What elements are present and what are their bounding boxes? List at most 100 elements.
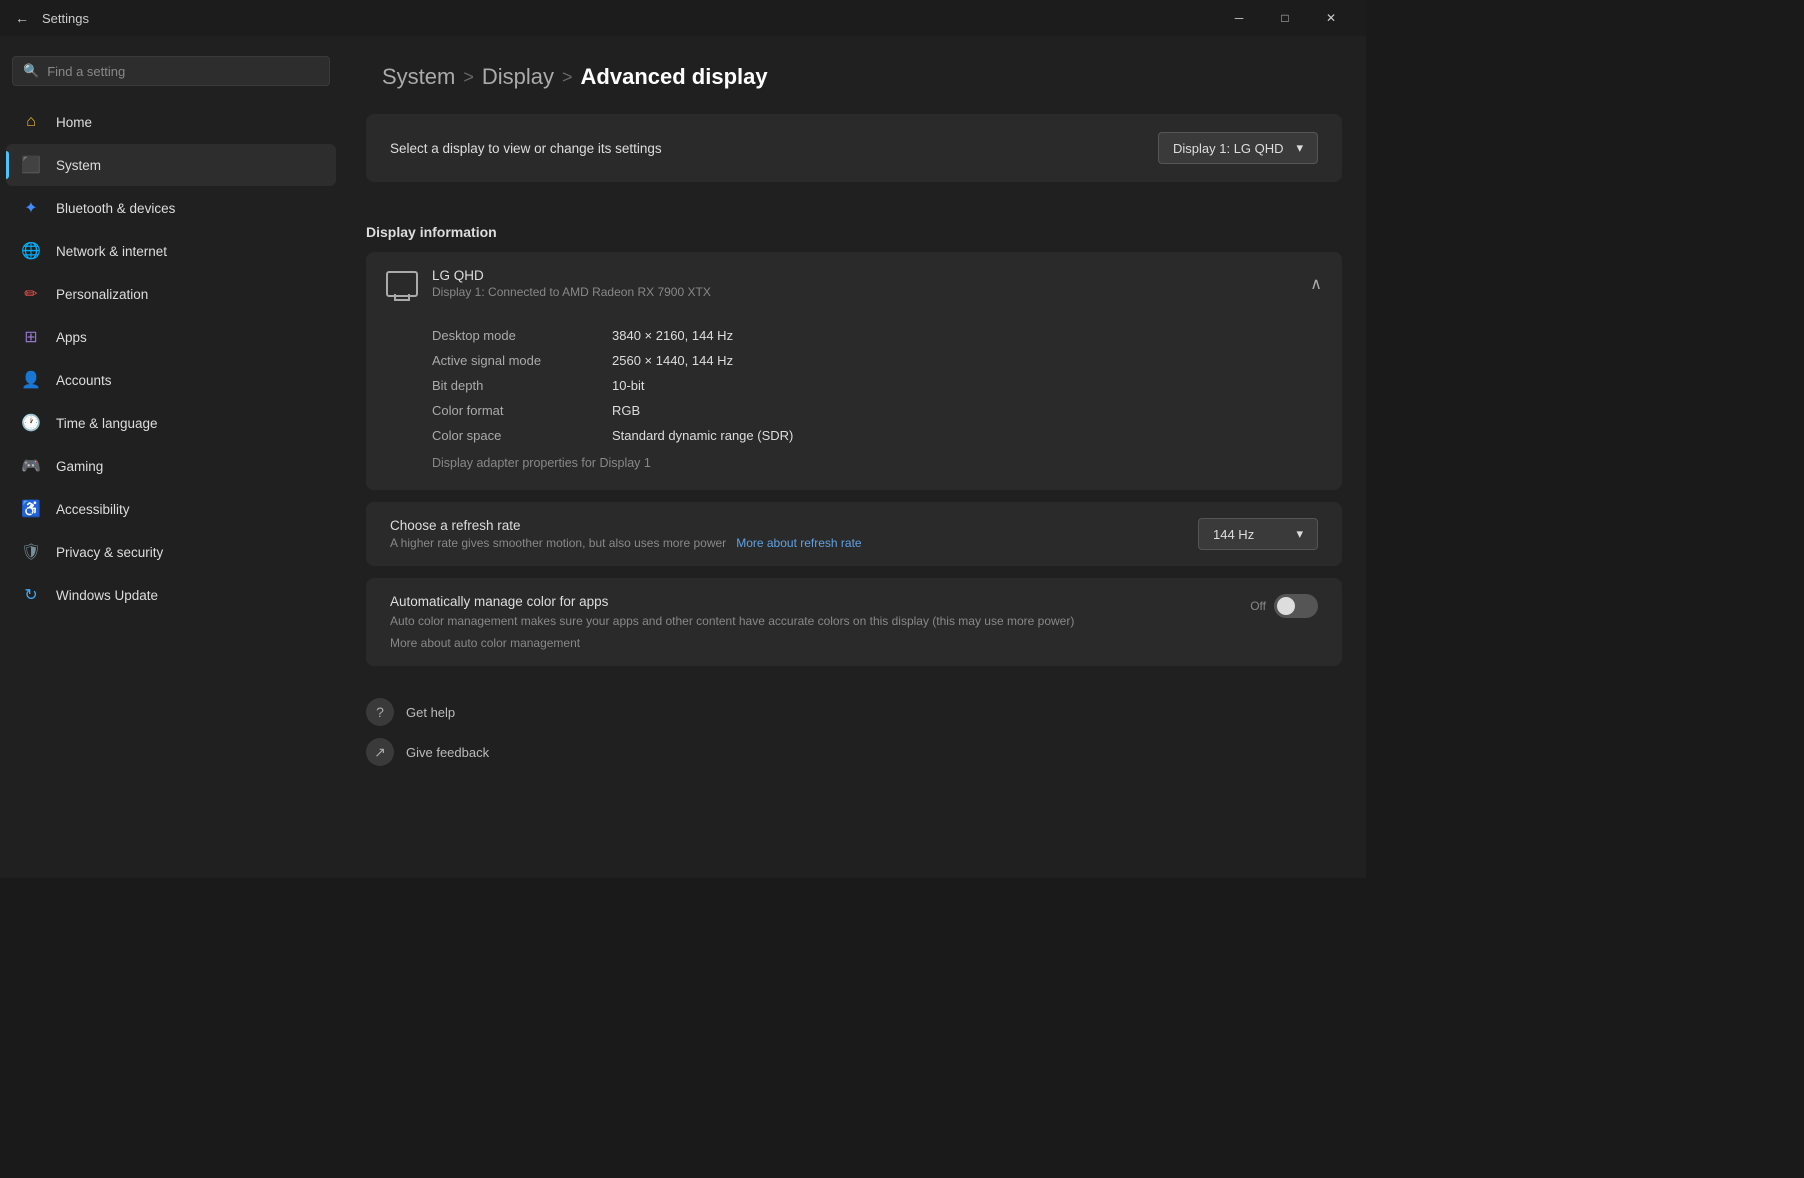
sidebar-item-apps[interactable]: ⊞ Apps [6,316,336,358]
footer-link-feedback[interactable]: ↗ Give feedback [366,738,1342,766]
titlebar: ← Settings ─ □ ✕ [0,0,1366,36]
nav-menu: ⌂ Home ⬛ System ✦ Bluetooth & devices 🌐 … [0,100,342,617]
sidebar: 🔍 ⌂ Home ⬛ System ✦ Bluetooth & devices … [0,36,342,878]
display-sub: Display 1: Connected to AMD Radeon RX 79… [432,285,1296,299]
system-icon: ⬛ [20,154,42,176]
color-mgmt-title: Automatically manage color for apps [390,594,1230,609]
page-header: System > Display > Advanced display [342,36,1366,114]
color-mgmt-subtitle: Auto color management makes sure your ap… [390,612,1230,630]
sidebar-item-accounts[interactable]: 👤 Accounts [6,359,336,401]
time-icon: 🕐 [20,412,42,434]
display-dropdown-icon: ▾ [1296,140,1303,156]
breadcrumb: System > Display > Advanced display [382,64,1326,90]
sidebar-item-system[interactable]: ⬛ System [6,144,336,186]
sidebar-item-bluetooth[interactable]: ✦ Bluetooth & devices [6,187,336,229]
refresh-rate-link[interactable]: More about refresh rate [736,536,861,550]
accounts-icon: 👤 [20,369,42,391]
breadcrumb-part1: System [382,64,455,90]
refresh-rate-info: Choose a refresh rate A higher rate give… [390,518,1198,550]
system-label: System [56,158,101,173]
update-icon: ↻ [20,584,42,606]
display-card-toggle[interactable]: LG QHD Display 1: Connected to AMD Radeo… [366,252,1342,315]
close-button[interactable]: ✕ [1308,0,1354,36]
color-mgmt-link[interactable]: More about auto color management [390,636,1230,650]
refresh-rate-title: Choose a refresh rate [390,518,1198,533]
home-icon: ⌂ [20,111,42,133]
back-icon: ← [15,10,29,26]
refresh-rate-value: 144 Hz [1213,527,1254,542]
titlebar-title: Settings [42,11,1216,26]
refresh-rate-card: Choose a refresh rate A higher rate give… [366,502,1342,566]
sidebar-item-network[interactable]: 🌐 Network & internet [6,230,336,272]
sidebar-item-update[interactable]: ↻ Windows Update [6,574,336,616]
display-info-card: LG QHD Display 1: Connected to AMD Radeo… [366,252,1342,490]
search-icon: 🔍 [23,63,39,79]
help-label: Get help [406,705,455,720]
breadcrumb-part2: Display [482,64,554,90]
color-mgmt-info: Automatically manage color for apps Auto… [390,594,1250,650]
help-icon: ? [366,698,394,726]
adapter-link[interactable]: Display adapter properties for Display 1 [432,448,1318,470]
bluetooth-label: Bluetooth & devices [56,201,175,216]
home-label: Home [56,115,92,130]
sidebar-item-gaming[interactable]: 🎮 Gaming [6,445,336,487]
refresh-rate-sub: A higher rate gives smoother motion, but… [390,536,1198,550]
refresh-rate-dropdown[interactable]: 144 Hz ▾ [1198,518,1318,550]
sidebar-item-personalization[interactable]: ✏ Personalization [6,273,336,315]
display-dropdown[interactable]: Display 1: LG QHD ▾ [1158,132,1318,164]
breadcrumb-sep2: > [562,67,573,88]
toggle-label: Off [1250,599,1266,613]
select-display-label: Select a display to view or change its s… [390,141,662,156]
footer-link-help[interactable]: ? Get help [366,698,1342,726]
search-box[interactable]: 🔍 [12,56,330,86]
display-details: Desktop mode 3840 × 2160, 144 Hz Active … [366,315,1342,490]
color-mgmt-toggle[interactable] [1274,594,1318,618]
chevron-up-icon: ∧ [1310,274,1322,294]
minimize-button[interactable]: ─ [1216,0,1262,36]
select-display-card: Select a display to view or change its s… [366,114,1342,182]
gaming-label: Gaming [56,459,103,474]
color-mgmt-card: Automatically manage color for apps Auto… [366,578,1342,666]
network-icon: 🌐 [20,240,42,262]
feedback-label: Give feedback [406,745,489,760]
update-label: Windows Update [56,588,158,603]
breadcrumb-current: Advanced display [581,64,768,90]
sidebar-item-privacy[interactable]: 🛡 Privacy & security [6,531,336,573]
sidebar-item-home[interactable]: ⌂ Home [6,101,336,143]
display-card-info: LG QHD Display 1: Connected to AMD Radeo… [432,268,1296,299]
privacy-icon: 🛡 [20,541,42,563]
detail-row: Color space Standard dynamic range (SDR) [432,423,1318,448]
time-label: Time & language [56,416,158,431]
display-dropdown-value: Display 1: LG QHD [1173,141,1284,156]
window-controls: ─ □ ✕ [1216,0,1354,36]
personalization-label: Personalization [56,287,148,302]
back-button[interactable]: ← [12,8,32,28]
color-mgmt-toggle-group: Off [1250,594,1318,618]
close-icon: ✕ [1326,11,1336,25]
apps-label: Apps [56,330,87,345]
detail-row: Bit depth 10-bit [432,373,1318,398]
detail-row: Active signal mode 2560 × 1440, 144 Hz [432,348,1318,373]
apps-icon: ⊞ [20,326,42,348]
sidebar-item-time[interactable]: 🕐 Time & language [6,402,336,444]
display-info-title: Display information [366,204,1342,252]
accounts-label: Accounts [56,373,112,388]
detail-row: Desktop mode 3840 × 2160, 144 Hz [432,323,1318,348]
gaming-icon: 🎮 [20,455,42,477]
maximize-button[interactable]: □ [1262,0,1308,36]
display-name: LG QHD [432,268,1296,283]
breadcrumb-sep1: > [463,67,474,88]
toggle-thumb [1277,597,1295,615]
select-display-row: Select a display to view or change its s… [366,114,1342,182]
refresh-rate-dropdown-icon: ▾ [1296,526,1303,542]
accessibility-label: Accessibility [56,502,130,517]
accessibility-icon: ♿ [20,498,42,520]
privacy-label: Privacy & security [56,545,163,560]
search-input[interactable] [47,64,319,79]
color-mgmt-row: Automatically manage color for apps Auto… [390,594,1318,650]
monitor-icon [386,271,418,297]
feedback-icon: ↗ [366,738,394,766]
main-content: System > Display > Advanced display Sele… [342,36,1366,878]
sidebar-item-accessibility[interactable]: ♿ Accessibility [6,488,336,530]
content-area: 🔍 ⌂ Home ⬛ System ✦ Bluetooth & devices … [0,36,1366,878]
